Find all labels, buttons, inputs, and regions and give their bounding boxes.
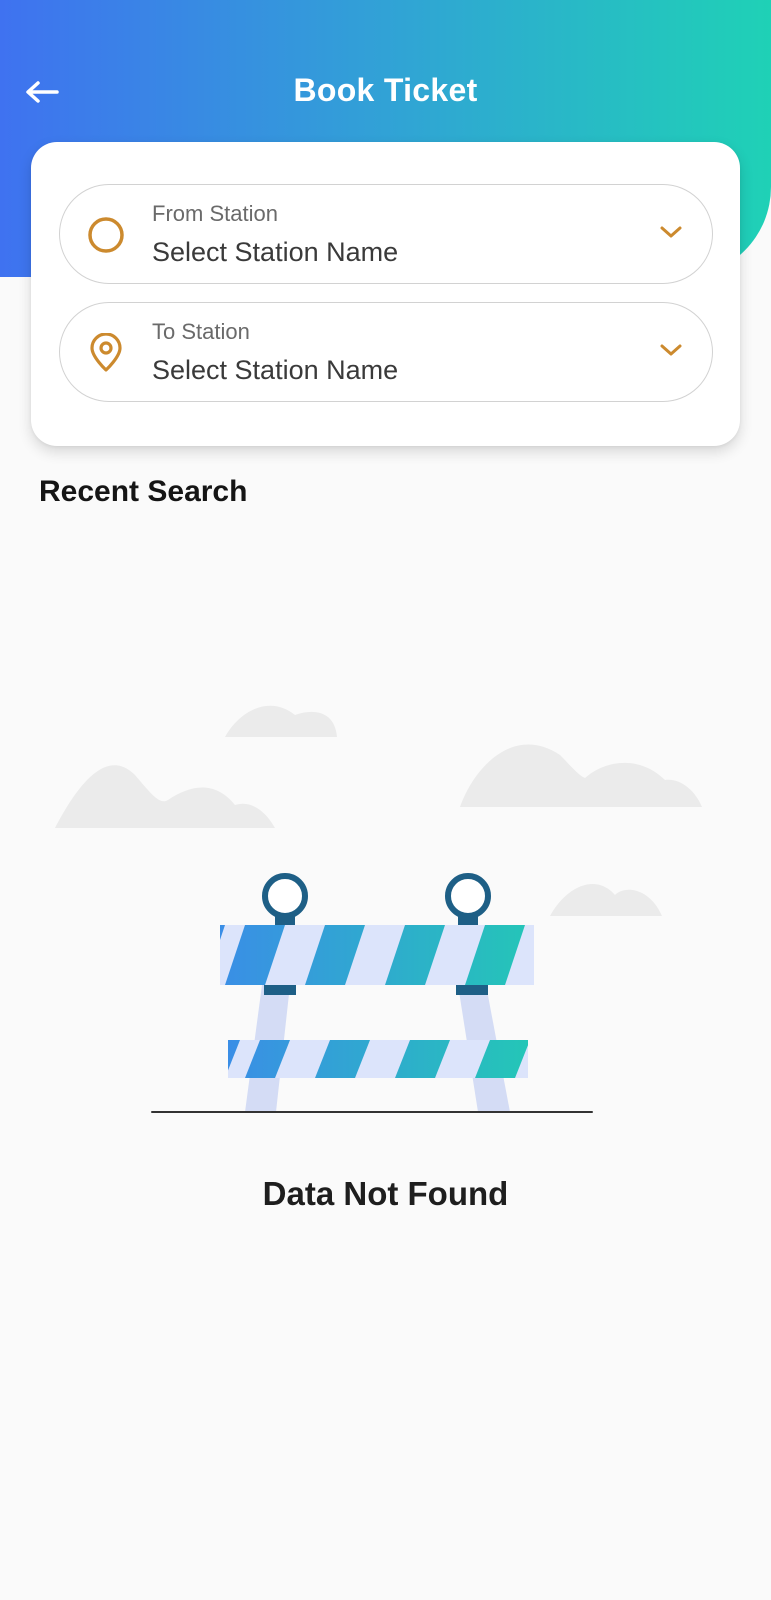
from-station-value: Select Station Name xyxy=(152,237,399,267)
page-title: Book Ticket xyxy=(293,72,478,108)
empty-state-message: Data Not Found xyxy=(262,1175,509,1212)
station-selection-card: From Station Select Station Name To Stat… xyxy=(31,142,740,446)
cloud-shapes xyxy=(55,705,702,916)
map-pin-icon xyxy=(90,333,122,372)
to-station-dropdown[interactable]: To Station Select Station Name xyxy=(59,302,713,402)
circle-icon xyxy=(88,217,124,253)
chevron-down-icon xyxy=(660,344,682,356)
chevron-down-icon xyxy=(660,226,682,238)
empty-state-illustration xyxy=(55,705,702,1113)
to-station-value: Select Station Name xyxy=(152,355,399,385)
barrier-bottom-board xyxy=(228,1040,528,1078)
warning-lamps xyxy=(262,873,491,926)
from-station-dropdown[interactable]: From Station Select Station Name xyxy=(59,184,713,284)
to-station-label: To Station xyxy=(152,319,250,344)
recent-search-title: Recent Search xyxy=(39,475,248,508)
barrier-top-board xyxy=(220,925,534,985)
from-station-label: From Station xyxy=(152,201,278,226)
